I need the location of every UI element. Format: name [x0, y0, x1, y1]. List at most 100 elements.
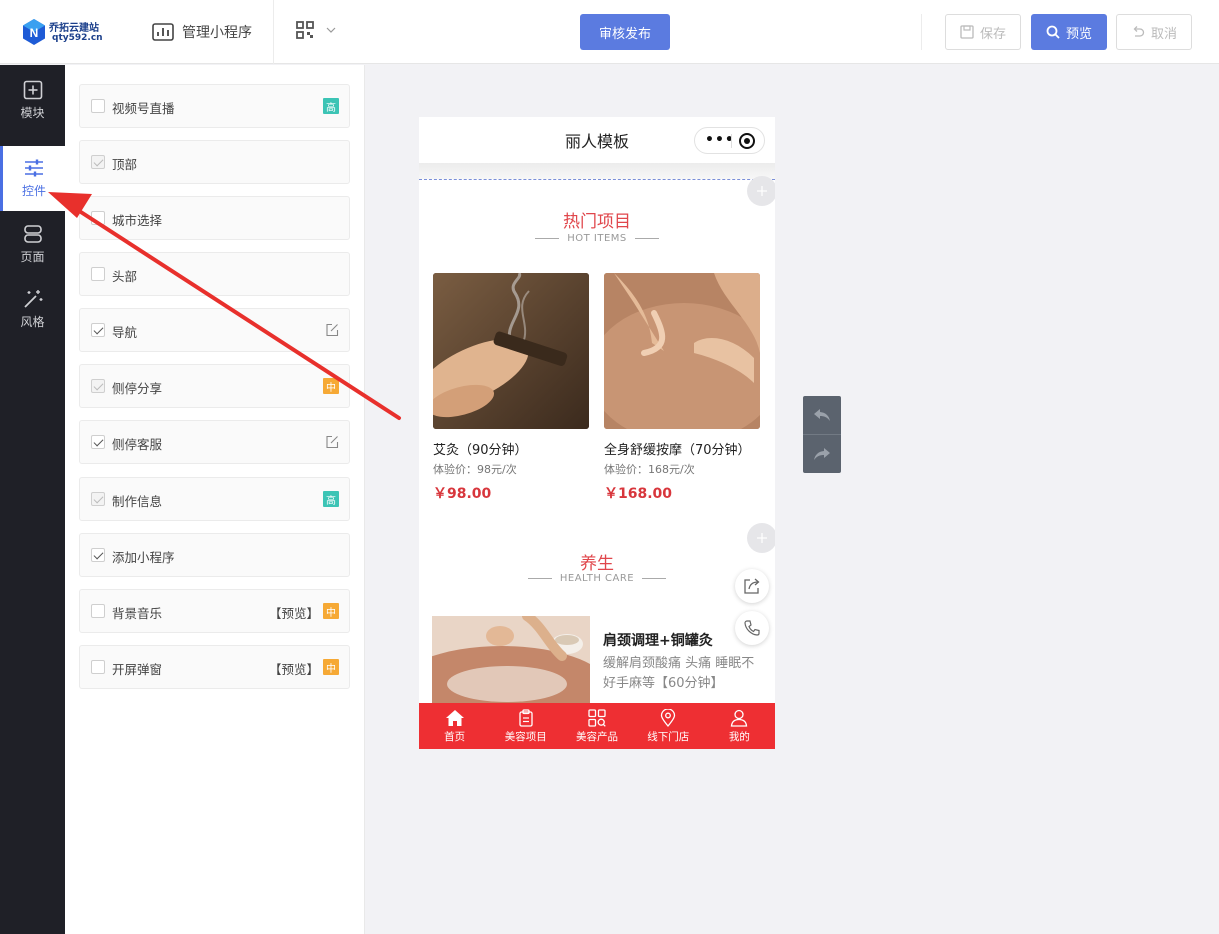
divider — [273, 0, 274, 64]
massage-photo — [604, 273, 760, 429]
health-item-image[interactable] — [432, 616, 590, 706]
checkbox — [91, 379, 105, 393]
control-item-credits[interactable]: 制作信息 高 — [79, 477, 350, 521]
close-target-icon[interactable] — [739, 133, 755, 149]
checkbox[interactable] — [91, 435, 105, 449]
chevron-down-icon — [326, 27, 336, 33]
header-shadow — [419, 163, 775, 179]
checkbox[interactable] — [91, 211, 105, 225]
sidebar-item-style[interactable]: 风格 — [0, 278, 65, 340]
product-image-massage[interactable] — [604, 273, 760, 429]
tab-stores[interactable]: 线下门店 — [633, 703, 704, 749]
checkbox — [91, 492, 105, 506]
sliders-icon — [25, 159, 43, 177]
sidebar-item-pages[interactable]: 页面 — [0, 213, 65, 275]
undo-redo-toolbar — [803, 396, 841, 473]
undo-arrow-icon — [814, 409, 830, 421]
tab-home[interactable]: 首页 — [419, 703, 490, 749]
share-icon — [744, 578, 760, 594]
tab-label: 美容项目 — [504, 730, 547, 743]
checkbox[interactable] — [91, 323, 105, 337]
level-badge: 高 — [323, 98, 339, 114]
bottom-tab-bar: 首页 美容项目 美容产品 线下门店 我的 — [419, 703, 775, 749]
control-item-side-share[interactable]: 侧停分享 中 — [79, 364, 350, 408]
preview-label: 预览 — [1065, 26, 1092, 42]
control-label: 制作信息 — [112, 494, 163, 509]
checkbox[interactable] — [91, 660, 105, 674]
save-button[interactable]: 保存 — [945, 14, 1021, 50]
phone-icon — [744, 620, 760, 636]
checkbox[interactable] — [91, 267, 105, 281]
edit-icon[interactable] — [325, 435, 339, 449]
preview-button[interactable]: 预览 — [1031, 14, 1107, 50]
control-label: 导航 — [112, 325, 138, 340]
app-switcher-dropdown[interactable] — [296, 21, 336, 39]
divider — [921, 14, 922, 50]
product-image-moxibustion[interactable] — [433, 273, 589, 429]
grid-search-icon — [588, 708, 606, 727]
product-name[interactable]: 艾灸（90分钟） — [433, 439, 528, 458]
control-item-bg-music[interactable]: 背景音乐 【预览】 中 — [79, 589, 350, 633]
brand-logo[interactable]: N 乔拓云建站 qty592.cn — [22, 16, 122, 48]
health-section-subtitle: HEALTH CARE — [419, 573, 775, 584]
logo-hexagon-icon: N — [23, 19, 45, 45]
control-item-side-service[interactable]: 侧停客服 — [79, 420, 350, 464]
cancel-button[interactable]: 取消 — [1116, 14, 1192, 50]
tab-label: 美容产品 — [576, 730, 618, 743]
control-item-city-select[interactable]: 城市选择 — [79, 196, 350, 240]
main-sidebar: 模块 控件 页面 风格 — [0, 65, 65, 934]
checkbox[interactable] — [91, 604, 105, 618]
preview-link[interactable]: 【预览】 — [269, 603, 319, 622]
home-icon — [445, 709, 464, 726]
control-item-header[interactable]: 头部 — [79, 252, 350, 296]
undo-button[interactable] — [803, 396, 841, 434]
tab-label: 首页 — [444, 730, 466, 743]
control-label: 顶部 — [112, 157, 138, 172]
miniprogram-capsule[interactable]: ••• — [694, 127, 765, 154]
control-item-channel-live[interactable]: 视频号直播 高 — [79, 84, 350, 128]
preview-link[interactable]: 【预览】 — [269, 659, 319, 678]
manage-miniprogram-button[interactable]: 管理小程序 — [152, 20, 252, 44]
control-item-top[interactable]: 顶部 — [79, 140, 350, 184]
qr-grid-icon — [296, 21, 314, 39]
tab-beauty-items[interactable]: 美容项目 — [490, 703, 561, 749]
sidebar-item-controls[interactable]: 控件 — [0, 146, 65, 211]
sidebar-item-label: 模块 — [20, 105, 45, 120]
selection-outline — [419, 179, 775, 180]
drag-handle[interactable] — [747, 176, 775, 206]
submit-publish-button[interactable]: 审核发布 — [580, 14, 670, 50]
tab-mine[interactable]: 我的 — [704, 703, 775, 749]
health-item-name[interactable]: 肩颈调理+铜罐灸 — [603, 630, 713, 650]
level-badge: 高 — [323, 491, 339, 507]
share-float-button[interactable] — [735, 569, 769, 603]
sidebar-item-modules[interactable]: 模块 — [0, 69, 65, 131]
redo-button[interactable] — [803, 435, 841, 473]
sidebar-item-label: 页面 — [20, 249, 45, 264]
floppy-disk-icon — [960, 25, 974, 39]
control-item-splash-popup[interactable]: 开屏弹窗 【预览】 中 — [79, 645, 350, 689]
control-label: 头部 — [112, 269, 138, 284]
product-exp-price: 体验价：98元/次 — [433, 463, 517, 476]
product-price: ￥98.00 — [433, 486, 492, 502]
phone-call-float-button[interactable] — [735, 611, 769, 645]
tab-beauty-products[interactable]: 美容产品 — [561, 703, 632, 749]
controls-panel: 视频号直播 高 顶部 城市选择 头部 导航 侧停分享 中 侧停客服 制作信息 高… — [65, 65, 365, 934]
sidebar-item-label: 风格 — [20, 314, 45, 329]
checkbox[interactable] — [91, 99, 105, 113]
tab-label: 线下门店 — [647, 730, 690, 743]
top-bar: N 乔拓云建站 qty592.cn 管理小程序 审核发布 保存 预览 取消 — [0, 0, 1219, 64]
tab-label: 我的 — [728, 730, 750, 743]
product-exp-price: 体验价：168元/次 — [604, 463, 695, 476]
checkbox[interactable] — [91, 548, 105, 562]
edit-icon[interactable] — [325, 323, 339, 337]
undo-icon — [1133, 26, 1145, 37]
manage-label: 管理小程序 — [182, 25, 252, 41]
pages-icon — [23, 224, 42, 243]
control-item-add-miniprogram[interactable]: 添加小程序 — [79, 533, 350, 577]
control-item-navigation[interactable]: 导航 — [79, 308, 350, 352]
product-name[interactable]: 全身舒缓按摩（70分钟） — [604, 439, 751, 458]
cancel-label: 取消 — [1150, 26, 1177, 42]
hot-section-title: 热门项目 — [563, 212, 631, 232]
product-price: ￥168.00 — [604, 486, 673, 502]
level-badge: 中 — [323, 603, 339, 619]
